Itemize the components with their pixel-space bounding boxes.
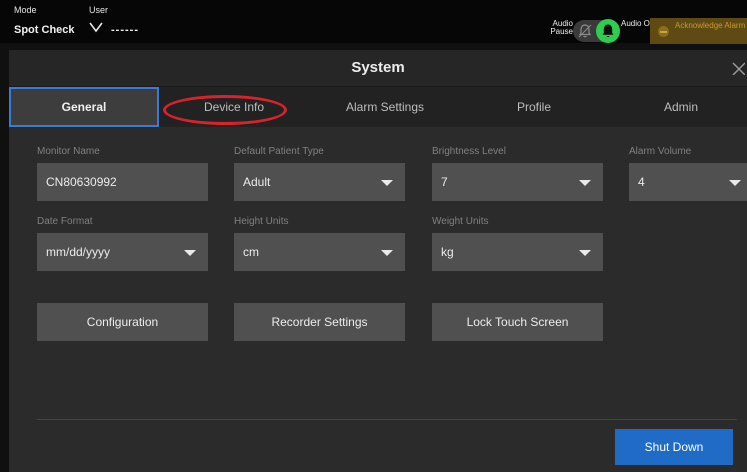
tab-alarm-settings[interactable]: Alarm Settings <box>311 87 459 127</box>
user-label: User <box>89 5 109 15</box>
tab-general[interactable]: General <box>9 87 159 127</box>
default-patient-type-value: Adult <box>243 175 271 189</box>
caret-down-icon <box>381 250 393 256</box>
alarm-volume-select[interactable]: 4 <box>629 163 747 201</box>
default-patient-type-label: Default Patient Type <box>234 146 324 157</box>
bell-icon <box>602 24 614 37</box>
dialog-header: System <box>9 50 747 87</box>
mode-label: Mode <box>14 5 37 15</box>
date-format-select[interactable]: mm/dd/yyyy <box>37 233 208 271</box>
audio-on-button[interactable] <box>596 19 620 43</box>
alarm-volume-label: Alarm Volume <box>629 146 692 157</box>
status-bar: Mode User Spot Check ------ Audio Pause … <box>0 0 747 44</box>
height-units-select[interactable]: cm <box>234 233 405 271</box>
chevron-down-icon[interactable] <box>88 20 104 34</box>
monitor-name-field[interactable]: CN80630992 <box>37 163 208 201</box>
mode-value[interactable]: Spot Check <box>14 24 75 36</box>
divider <box>37 419 737 420</box>
caret-down-icon <box>184 250 196 256</box>
caret-down-icon <box>579 180 591 186</box>
tab-admin[interactable]: Admin <box>615 87 747 127</box>
acknowledge-alarm-label: Acknowledge Alarm <box>675 21 746 30</box>
height-units-label: Height Units <box>234 216 289 227</box>
alarm-volume-value: 4 <box>638 175 645 189</box>
brightness-level-label: Brightness Level <box>432 146 506 157</box>
caret-down-icon <box>381 180 393 186</box>
configuration-button[interactable]: Configuration <box>37 303 208 341</box>
acknowledge-alarm-button[interactable]: Acknowledge Alarm <box>650 18 747 44</box>
audio-pause-label: Audio Pause <box>550 19 573 36</box>
minus-circle-icon <box>658 26 669 37</box>
height-units-value: cm <box>243 245 259 259</box>
user-value[interactable]: ------ <box>111 24 139 36</box>
caret-down-icon <box>579 250 591 256</box>
date-format-label: Date Format <box>37 216 93 227</box>
brightness-level-value: 7 <box>441 175 448 189</box>
date-format-value: mm/dd/yyyy <box>46 245 111 259</box>
weight-units-label: Weight Units <box>432 216 489 227</box>
brightness-level-select[interactable]: 7 <box>432 163 603 201</box>
weight-units-select[interactable]: kg <box>432 233 603 271</box>
monitor-name-label: Monitor Name <box>37 146 100 157</box>
weight-units-value: kg <box>441 245 454 259</box>
recorder-settings-button[interactable]: Recorder Settings <box>234 303 405 341</box>
bell-paused-icon[interactable] <box>577 23 593 39</box>
dialog-title: System <box>351 59 405 76</box>
shut-down-button[interactable]: Shut Down <box>615 429 733 465</box>
lock-touch-screen-button[interactable]: Lock Touch Screen <box>432 303 603 341</box>
red-highlight-circle <box>163 95 287 125</box>
close-icon[interactable] <box>731 61 745 75</box>
tab-profile[interactable]: Profile <box>467 87 601 127</box>
caret-down-icon <box>729 180 741 186</box>
tab-bar: General Device Info Alarm Settings Profi… <box>9 87 747 127</box>
default-patient-type-select[interactable]: Adult <box>234 163 405 201</box>
system-dialog: System General Device Info Alarm Setting… <box>9 50 747 472</box>
monitor-name-value: CN80630992 <box>46 175 117 189</box>
